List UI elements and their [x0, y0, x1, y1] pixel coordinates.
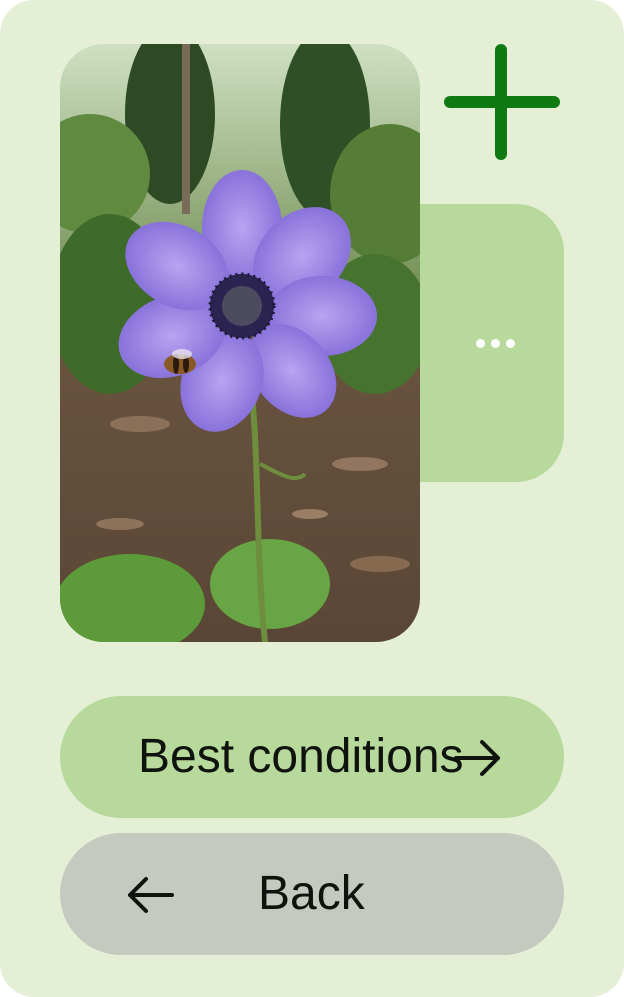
- flower-photo-graphic: [60, 44, 420, 642]
- add-button[interactable]: [440, 40, 564, 164]
- back-label: Back: [258, 867, 365, 920]
- plus-icon: [444, 44, 560, 160]
- arrow-right-icon: [454, 740, 500, 776]
- best-conditions-label: Best conditions: [138, 730, 464, 783]
- more-options-button[interactable]: [420, 204, 564, 482]
- more-horizontal-icon: [475, 338, 515, 348]
- best-conditions-button[interactable]: Best conditions: [60, 696, 564, 818]
- arrow-left-icon: [128, 877, 174, 913]
- back-button[interactable]: Back: [60, 833, 564, 955]
- app-screen: Best conditions Back: [0, 0, 624, 997]
- flower-photo: [60, 44, 420, 642]
